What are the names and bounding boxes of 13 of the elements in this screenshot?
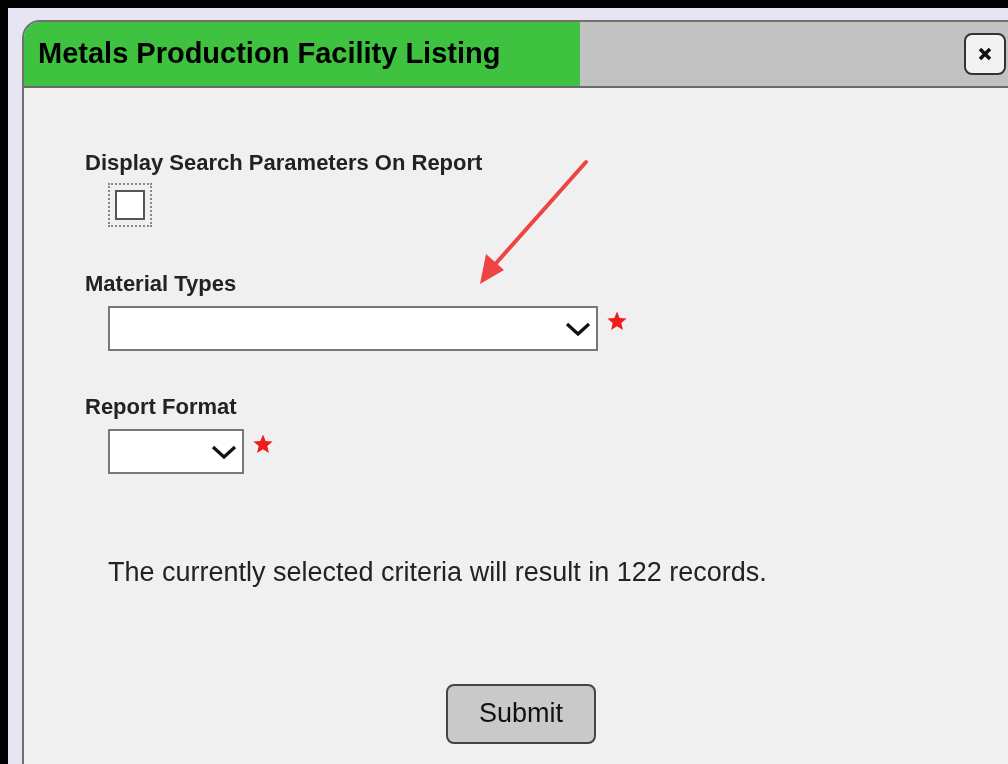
field-label: Report Format xyxy=(85,393,238,421)
record-count-message: The currently selected criteria will result in 122 records. xyxy=(108,556,768,589)
close-icon xyxy=(977,46,993,62)
chevron-down-icon xyxy=(565,320,591,337)
checkbox[interactable] xyxy=(108,183,152,227)
submit-button[interactable]: Submit xyxy=(446,683,596,744)
chevron-down-icon xyxy=(211,443,237,460)
field-label: Material Types xyxy=(85,270,238,298)
window-title: Metals Production Facility Listing xyxy=(38,36,501,72)
dropdown-select[interactable] xyxy=(108,306,598,351)
close-button[interactable] xyxy=(964,33,1006,75)
dropdown-select[interactable] xyxy=(108,429,244,474)
field-label: Display Search Parameters On Report xyxy=(85,149,484,177)
